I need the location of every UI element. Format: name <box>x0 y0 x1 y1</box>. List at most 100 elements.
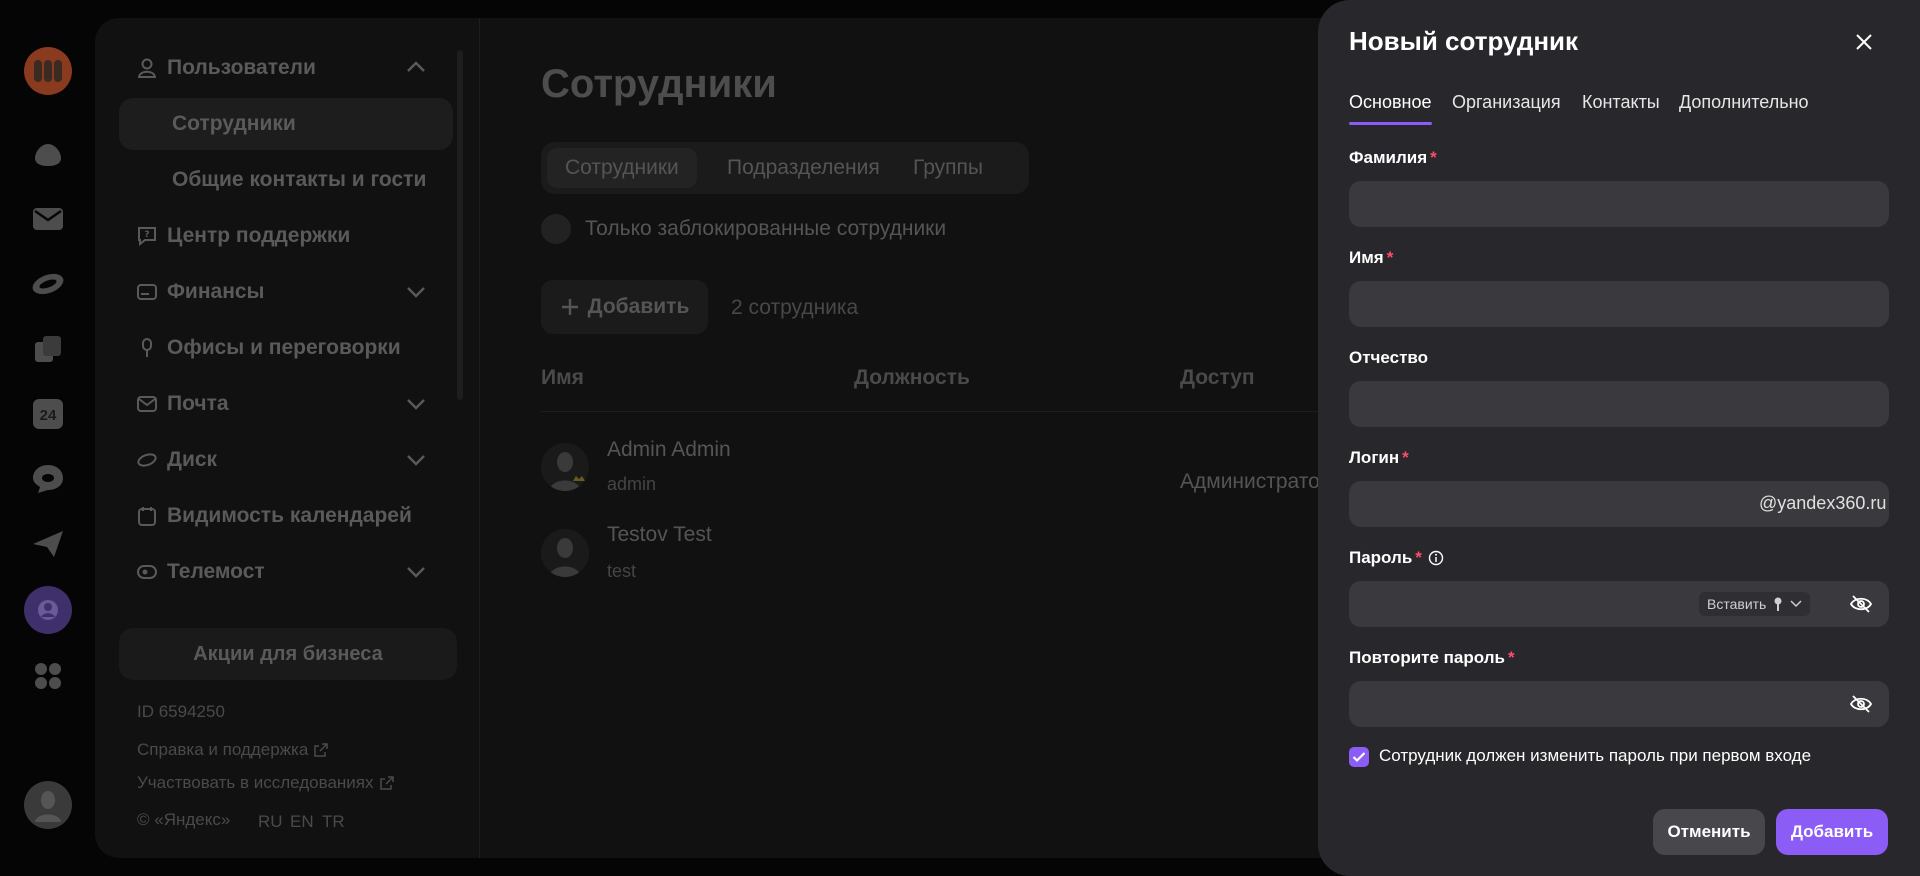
tab-main[interactable]: Основное <box>1349 92 1431 113</box>
tab-additional[interactable]: Дополнительно <box>1679 92 1809 113</box>
first-name-label: Имя * <box>1349 248 1394 267</box>
sidebar-item-offices[interactable]: Офисы и переговорки <box>137 328 401 368</box>
sidebar-item-label: Телемост <box>167 560 265 583</box>
active-tab-indicator <box>1349 122 1432 125</box>
first-name-input[interactable] <box>1349 281 1889 327</box>
sidebar-item-calendars[interactable]: Видимость календарей <box>137 496 412 536</box>
main-panel: Пользователи Сотрудники Общие контакты и… <box>95 18 1420 858</box>
sidebar-item-employees[interactable]: Сотрудники <box>172 112 296 136</box>
sidebar-item-finance[interactable]: Финансы <box>137 272 265 312</box>
change-password-label[interactable]: Сотрудник должен изменить пароль при пер… <box>1379 746 1811 766</box>
copyright: © «Яндекс» <box>137 810 231 829</box>
check-icon <box>1352 752 1366 763</box>
blocked-filter[interactable]: Только заблокированные сотрудники <box>541 214 946 244</box>
sidebar-item-label: Видимость календарей <box>167 504 412 527</box>
research-link-label: Участвовать в исследованиях <box>137 773 374 792</box>
eye-off-icon[interactable] <box>1849 592 1873 616</box>
password-field[interactable]: Вставить <box>1349 581 1889 627</box>
plus-icon <box>561 299 578 315</box>
sidebar-item-mail[interactable]: Почта <box>137 384 229 424</box>
sidebar-item-disk[interactable]: Диск <box>137 440 217 480</box>
sidebar-item-contacts[interactable]: Общие контакты и гости <box>172 168 426 192</box>
sidebar-item-label: Пользователи <box>167 56 316 79</box>
add-employee-button[interactable]: Добавить <box>541 280 708 334</box>
sidebar-item-label: Диск <box>167 448 218 471</box>
tab-departments[interactable]: Подразделения <box>709 148 898 188</box>
org-id: ID 6594250 <box>137 702 225 721</box>
chevron-up-icon[interactable] <box>405 56 427 78</box>
sidebar-item-users[interactable]: Пользователи <box>137 48 316 88</box>
table-row-name[interactable]: Admin Admin <box>607 438 731 462</box>
messenger-icon[interactable] <box>30 461 66 497</box>
table-divider <box>541 411 1420 412</box>
help-link[interactable]: Справка и поддержка <box>137 740 329 760</box>
paste-password-button[interactable]: Вставить <box>1699 592 1811 616</box>
support-icon: ? <box>137 226 157 246</box>
external-link-icon <box>379 776 394 790</box>
password-repeat-field[interactable] <box>1349 681 1889 727</box>
sidebar-item-support[interactable]: ? Центр поддержки <box>137 216 350 256</box>
chevron-down-icon <box>1790 600 1802 608</box>
cancel-button[interactable]: Отменить <box>1653 809 1765 855</box>
mail-icon[interactable] <box>30 201 66 237</box>
sidebar-item-label: Центр поддержки <box>167 224 351 247</box>
tab-contacts[interactable]: Контакты <box>1582 92 1660 113</box>
crown-icon <box>573 476 585 481</box>
tab-employees[interactable]: Сотрудники <box>547 148 697 188</box>
lang-en[interactable]: EN <box>290 812 314 832</box>
sidebar-scrollbar[interactable] <box>457 50 463 400</box>
lang-ru[interactable]: RU <box>258 812 283 832</box>
lang-tr[interactable]: TR <box>322 812 345 832</box>
calendar-icon <box>137 506 157 526</box>
chevron-down-icon[interactable] <box>405 449 427 471</box>
table-row-name[interactable]: Testov Test <box>607 523 712 547</box>
chevron-down-icon[interactable] <box>405 281 427 303</box>
sidebar-item-telemost[interactable]: Телемост <box>137 552 265 592</box>
research-link[interactable]: Участвовать в исследованиях <box>137 773 394 793</box>
tab-groups[interactable]: Группы <box>895 148 1001 188</box>
eye-off-icon[interactable] <box>1849 692 1873 716</box>
blocked-filter-label: Только заблокированные сотрудники <box>585 217 947 240</box>
dialog-title: Новый сотрудник <box>1349 26 1579 56</box>
login-field[interactable]: @yandex360.ru <box>1349 481 1889 527</box>
new-employee-dialog: Новый сотрудник Основное Организация Кон… <box>1318 0 1920 876</box>
blocked-toggle[interactable] <box>541 214 571 244</box>
telemost-icon[interactable] <box>30 526 66 562</box>
submit-button[interactable]: Добавить <box>1776 809 1888 855</box>
app-rail: 24 <box>0 0 95 876</box>
calendar-icon[interactable]: 24 <box>30 396 66 432</box>
employee-count: 2 сотрудника <box>731 296 859 319</box>
apps-icon[interactable] <box>30 658 66 694</box>
avatar <box>541 529 589 577</box>
sidebar: Пользователи Сотрудники Общие контакты и… <box>95 18 480 858</box>
promo-button[interactable]: Акции для бизнеса <box>119 628 457 680</box>
sidebar-item-label: Почта <box>167 392 229 415</box>
table-row-login: test <box>607 561 637 581</box>
column-position[interactable]: Должность <box>854 366 970 390</box>
chevron-down-icon[interactable] <box>405 393 427 415</box>
camera-icon <box>137 562 157 582</box>
disk-icon[interactable] <box>30 266 66 302</box>
svg-text:?: ? <box>144 230 149 240</box>
admin-icon[interactable] <box>24 586 72 634</box>
help-link-label: Справка и поддержка <box>137 740 309 759</box>
yandex360-logo-icon[interactable] <box>24 47 72 95</box>
column-name[interactable]: Имя <box>541 366 584 390</box>
change-password-checkbox[interactable] <box>1349 747 1369 767</box>
chevron-down-icon[interactable] <box>405 561 427 583</box>
login-domain-suffix: @yandex360.ru <box>1759 493 1887 513</box>
key-icon <box>1774 597 1782 611</box>
cloud-icon[interactable] <box>30 137 66 173</box>
middle-name-input[interactable] <box>1349 381 1889 427</box>
user-icon <box>137 58 157 78</box>
page-title: Сотрудники <box>541 62 777 106</box>
tab-organization[interactable]: Организация <box>1452 92 1561 113</box>
documents-icon[interactable] <box>30 331 66 367</box>
password-repeat-label: Повторите пароль * <box>1349 648 1515 667</box>
middle-name-label: Отчество <box>1349 348 1429 367</box>
close-icon[interactable] <box>1852 30 1876 54</box>
user-avatar-icon[interactable] <box>24 781 72 829</box>
info-icon[interactable] <box>1428 550 1444 566</box>
column-access[interactable]: Доступ <box>1180 366 1255 390</box>
last-name-input[interactable] <box>1349 181 1889 227</box>
